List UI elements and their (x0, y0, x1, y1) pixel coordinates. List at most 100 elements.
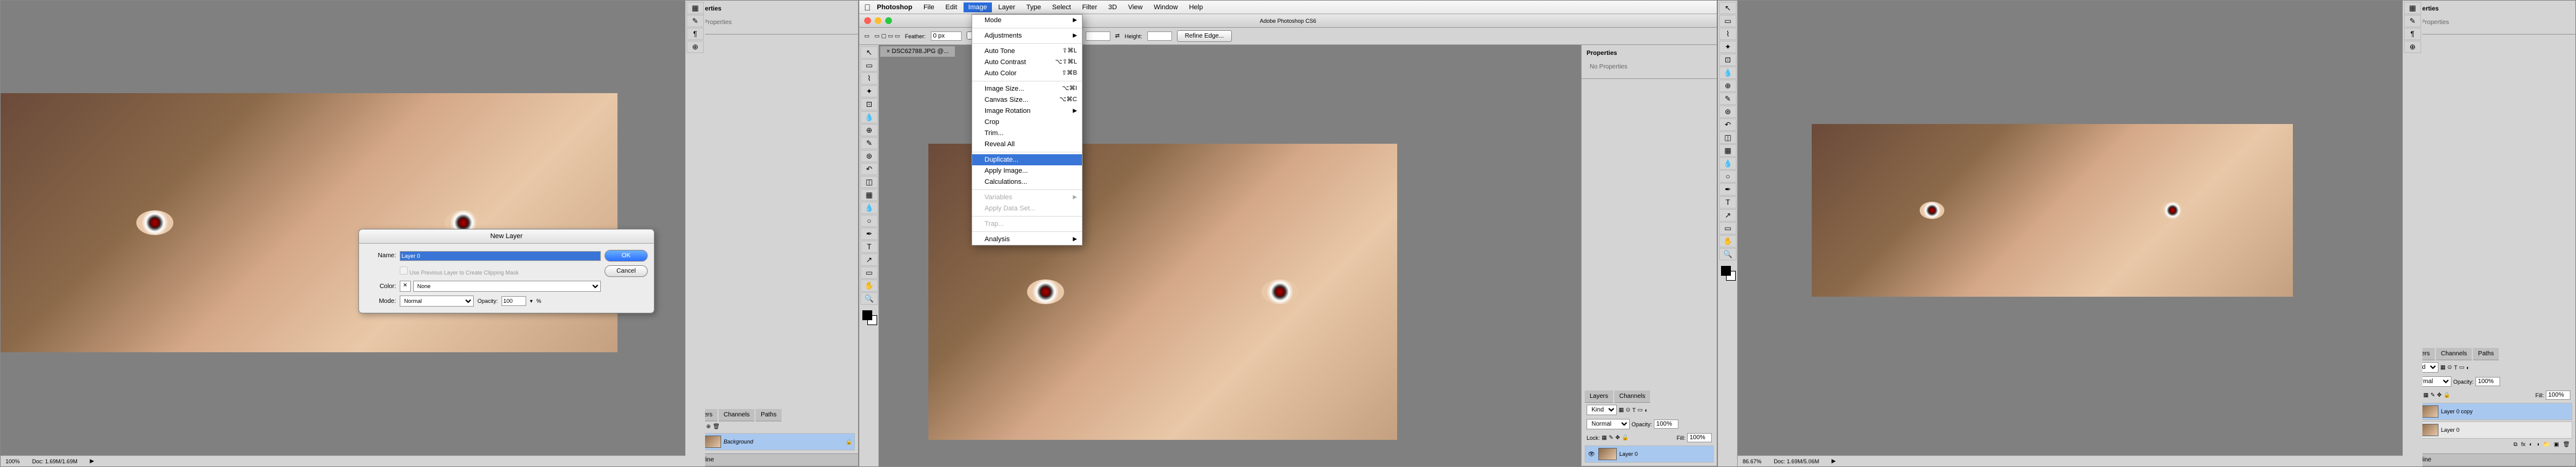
shape-tool[interactable]: ▭ (1719, 222, 1736, 234)
tool-preset-icon[interactable]: ▭ (864, 33, 870, 39)
menu-3d[interactable]: 3D (1104, 2, 1122, 12)
clone-icon[interactable]: ⊕ (2404, 41, 2421, 53)
menu-item-auto-color[interactable]: Auto Color⇧⌘B (972, 68, 1082, 79)
eraser-tool[interactable]: ◫ (1719, 131, 1736, 144)
menu-edit[interactable]: Edit (941, 2, 962, 12)
wand-tool[interactable]: ✦ (861, 85, 878, 97)
menu-item-apply-image-[interactable]: Apply Image... (972, 165, 1082, 176)
paths-tab[interactable]: Paths (756, 409, 782, 421)
channels-tab[interactable]: Channels (1614, 391, 1650, 403)
type-tool[interactable]: T (861, 241, 878, 253)
properties-tab[interactable]: Properties (1585, 48, 1714, 59)
layer-name[interactable]: Layer 0 (2441, 427, 2459, 433)
heal-tool[interactable]: ⊕ (861, 124, 878, 136)
opacity-input[interactable] (1654, 419, 1678, 429)
zoom-tool[interactable]: 🔍 (1719, 248, 1736, 260)
pen-tool[interactable]: ✒ (861, 228, 878, 240)
menu-item-reveal-all[interactable]: Reveal All (972, 139, 1082, 150)
crop-tool[interactable]: ⊡ (1719, 54, 1736, 66)
clone-icon[interactable]: ⊕ (687, 41, 704, 53)
fill-input[interactable] (2546, 391, 2570, 400)
crop-tool[interactable]: ⊡ (861, 98, 878, 110)
menu-file[interactable]: File (919, 2, 939, 12)
menu-item-canvas-size-[interactable]: Canvas Size...⌥⌘C (972, 94, 1082, 105)
blur-tool[interactable]: 💧 (1719, 157, 1736, 170)
paths-tab[interactable]: Paths (2473, 348, 2499, 360)
path-tool[interactable]: ↗ (1719, 209, 1736, 221)
adjustment-icon[interactable]: ◑ (2536, 441, 2539, 448)
swatches-icon[interactable]: ▦ (2404, 2, 2421, 14)
feather-input[interactable] (931, 31, 962, 41)
new-layer-icon[interactable]: ▣ (2554, 441, 2559, 448)
menu-item-trim-[interactable]: Trim... (972, 128, 1082, 139)
menu-item-adjustments[interactable]: Adjustments▶ (972, 30, 1082, 41)
marquee-icons[interactable]: ▭ ▢ ▭ ▭ (875, 33, 901, 39)
fill-input[interactable] (1687, 433, 1712, 442)
timeline-tab[interactable]: Timeline (2403, 454, 2575, 466)
menu-item-mode[interactable]: Mode▶ (972, 15, 1082, 26)
blur-tool[interactable]: 💧 (861, 202, 878, 214)
zoom-window[interactable] (885, 17, 892, 24)
dodge-tool[interactable]: ○ (1719, 170, 1736, 183)
marquee-tool[interactable]: ▭ (861, 59, 878, 72)
layer-0[interactable]: 👁 Layer 0 (1585, 445, 1714, 463)
eraser-tool[interactable]: ◫ (861, 176, 878, 188)
menu-item-analysis[interactable]: Analysis▶ (972, 234, 1082, 245)
swatches-icon[interactable]: ▦ (687, 2, 704, 14)
gradient-tool[interactable]: ▦ (861, 189, 878, 201)
visibility-icon[interactable]: 👁 (1587, 451, 1596, 458)
color-select[interactable]: None (413, 281, 601, 292)
menu-item-duplicate-[interactable]: Duplicate... (972, 154, 1082, 165)
fx-icon[interactable]: fx (2521, 441, 2525, 448)
shape-tool[interactable]: ▭ (861, 267, 878, 279)
opacity-input[interactable] (2475, 377, 2500, 386)
menu-item-image-rotation[interactable]: Image Rotation▶ (972, 105, 1082, 117)
zoom-tool[interactable]: 🔍 (861, 292, 878, 305)
properties-tab[interactable]: Properties (689, 4, 855, 14)
mask-icon[interactable]: ◐ (2529, 441, 2532, 448)
brush-icon[interactable]: ✎ (2404, 15, 2421, 27)
mode-select[interactable]: Normal (400, 295, 474, 307)
menu-window[interactable]: Window (1149, 2, 1183, 12)
link-icon[interactable]: ⧉ (2514, 441, 2517, 448)
gradient-tool[interactable]: ▦ (1719, 144, 1736, 157)
dodge-tool[interactable]: ○ (861, 215, 878, 227)
menu-image[interactable]: Image (964, 2, 993, 12)
menu-item-auto-contrast[interactable]: Auto Contrast⌥⇧⌘L (972, 57, 1082, 68)
brush-tool[interactable]: ✎ (861, 137, 878, 149)
layers-tab[interactable]: Layers (1585, 391, 1613, 403)
menu-item-image-size-[interactable]: Image Size...⌥⌘I (972, 83, 1082, 94)
menu-type[interactable]: Type (1022, 2, 1046, 12)
menu-photoshop[interactable]: Photoshop (872, 2, 917, 12)
path-tool[interactable]: ↗ (861, 254, 878, 266)
menu-item-auto-tone[interactable]: Auto Tone⇧⌘L (972, 46, 1082, 57)
brush-tool[interactable]: ✎ (1719, 93, 1736, 105)
channels-tab[interactable]: Channels (719, 409, 754, 421)
move-tool[interactable]: ↖ (861, 46, 878, 59)
layer-name[interactable]: Layer 0 (1619, 451, 1638, 457)
layer-0-copy[interactable]: 👁 Layer 0 copy (2406, 403, 2572, 420)
layer-name-input[interactable] (400, 251, 601, 261)
history-tool[interactable]: ↶ (1719, 118, 1736, 131)
text-icon[interactable]: ¶ (2404, 28, 2421, 40)
lasso-tool[interactable]: ⌇ (861, 72, 878, 85)
close-window[interactable] (864, 17, 871, 24)
pen-tool[interactable]: ✒ (1719, 183, 1736, 196)
cancel-button[interactable]: Cancel (605, 265, 648, 277)
menu-layer[interactable]: Layer (993, 2, 1020, 12)
menu-help[interactable]: Help (1184, 2, 1208, 12)
eyedropper-tool[interactable]: 💧 (1719, 67, 1736, 79)
move-tool[interactable]: ↖ (1719, 2, 1736, 14)
menu-view[interactable]: View (1123, 2, 1148, 12)
text-icon[interactable]: ¶ (687, 28, 704, 40)
brush-icon[interactable]: ✎ (687, 15, 704, 27)
hand-tool[interactable]: ✋ (861, 279, 878, 292)
width-input[interactable] (1086, 31, 1110, 41)
hand-tool[interactable]: ✋ (1719, 235, 1736, 247)
eyedropper-tool[interactable]: 💧 (861, 111, 878, 123)
layer-name[interactable]: Layer 0 copy (2441, 408, 2473, 415)
lasso-tool[interactable]: ⌇ (1719, 28, 1736, 40)
stamp-tool[interactable]: ⊛ (861, 150, 878, 162)
history-tool[interactable]: ↶ (861, 163, 878, 175)
menu-filter[interactable]: Filter (1077, 2, 1102, 12)
